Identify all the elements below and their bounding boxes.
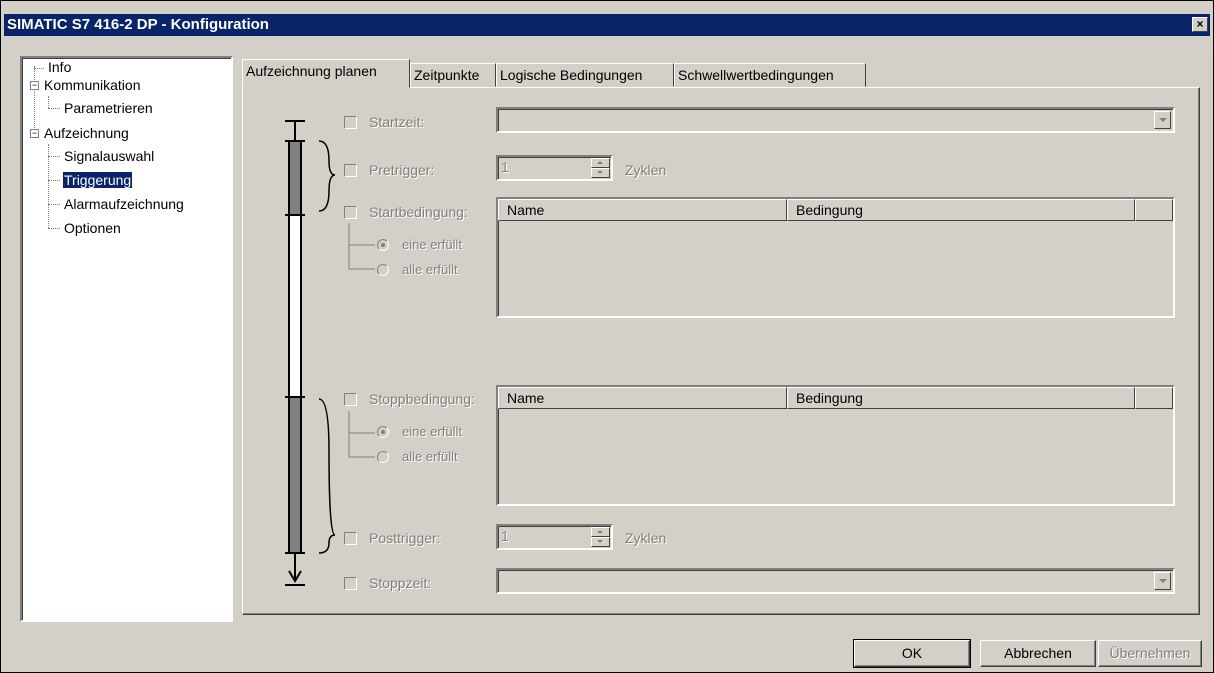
pretrigger-label: Pretrigger: (369, 162, 435, 178)
tree-line (48, 228, 60, 229)
stop-radio-eine-label: eine erfüllt (402, 424, 462, 439)
startzeit-label: Startzeit: (369, 114, 425, 130)
pretrigger-value: 1 (501, 159, 509, 175)
startbedingung-checkbox[interactable] (344, 206, 357, 219)
tab-label: Logische Bedingungen (500, 67, 643, 83)
tree-item-signalauswahl[interactable]: Signalauswahl (64, 147, 154, 165)
start-radio-eine-label: eine erfüllt (402, 237, 462, 252)
tab-zeitpunkte[interactable]: Zeitpunkte (410, 63, 496, 87)
stop-radio-eine[interactable] (377, 426, 389, 438)
stop-conditions-list[interactable]: Name Bedingung (496, 385, 1175, 506)
column-bedingung[interactable]: Bedingung (787, 387, 1135, 409)
tree-item-label: Optionen (64, 220, 121, 236)
arrow-down-icon[interactable] (591, 168, 610, 178)
start-radio-eine[interactable] (377, 239, 389, 251)
tree-item-label: Parametrieren (64, 100, 153, 116)
stoppzeit-checkbox[interactable] (344, 577, 357, 590)
posttrigger-stepper[interactable]: 1 (496, 524, 613, 550)
stop-radio-alle-label: alle erfüllt (402, 449, 458, 464)
tree-line (34, 68, 44, 69)
collapse-icon[interactable]: − (30, 129, 39, 138)
posttrigger-value: 1 (501, 528, 509, 544)
ok-button[interactable]: OK (853, 639, 971, 668)
radio-group-bracket (348, 223, 375, 270)
start-radio-alle[interactable] (377, 264, 389, 276)
tree-item-info[interactable]: Info (48, 58, 71, 76)
posttrigger-unit: Zyklen (625, 530, 667, 546)
title-bar[interactable]: SIMATIC S7 416-2 DP - Konfiguration × (4, 14, 1210, 36)
tree-line (48, 108, 60, 109)
tree-item-label: Signalauswahl (64, 148, 155, 164)
list-header: Name Bedingung (498, 199, 1173, 221)
posttrigger-label: Posttrigger: (369, 530, 441, 546)
tree-item-label: Alarmaufzeichnung (64, 196, 184, 212)
startzeit-dropdown[interactable] (496, 107, 1175, 133)
tree-item-label: Triggerung (63, 172, 133, 188)
startbedingung-label: Startbedingung: (369, 204, 468, 220)
start-conditions-list[interactable]: Name Bedingung (496, 197, 1175, 318)
arrow-up-icon[interactable] (591, 158, 610, 168)
window-title: SIMATIC S7 416-2 DP - Konfiguration (7, 16, 269, 33)
chevron-down-icon[interactable] (1154, 111, 1171, 129)
tab-label: Schwellwertbedingungen (678, 67, 834, 83)
tree-item-label: Info (48, 59, 72, 75)
pretrigger-stepper[interactable]: 1 (496, 155, 613, 181)
apply-button[interactable]: Übernehmen (1098, 640, 1202, 667)
tab-label: Aufzeichnung planen (246, 63, 377, 79)
tree-line (48, 204, 60, 205)
column-bedingung[interactable]: Bedingung (787, 199, 1135, 221)
close-icon[interactable]: × (1192, 17, 1208, 32)
configuration-dialog: SIMATIC S7 416-2 DP - Konfiguration × In… (0, 0, 1214, 673)
tree-line (48, 180, 60, 181)
column-spacer (1135, 387, 1173, 409)
arrow-up-icon[interactable] (591, 527, 610, 537)
tree-line (48, 96, 49, 108)
tree-item-label: Kommunikation (44, 77, 141, 93)
navigation-tree[interactable]: Info − Kommunikation Parametrieren − Auf… (20, 56, 233, 622)
radio-group-bracket (348, 411, 375, 458)
stoppbedingung-label: Stoppbedingung: (369, 391, 475, 407)
pretrigger-checkbox[interactable] (344, 164, 357, 177)
tree-item-triggerung[interactable]: Triggerung (63, 171, 133, 189)
tree-item-label: Aufzeichnung (44, 125, 129, 141)
column-spacer (1135, 199, 1173, 221)
spin-buttons (591, 527, 610, 547)
pretrigger-unit: Zyklen (625, 162, 667, 178)
chevron-down-icon[interactable] (1154, 572, 1171, 590)
tree-item-parametrieren[interactable]: Parametrieren (64, 99, 153, 117)
tree-item-optionen[interactable]: Optionen (64, 219, 121, 237)
spin-buttons (591, 158, 610, 178)
stop-radio-alle[interactable] (377, 451, 389, 463)
column-name[interactable]: Name (498, 387, 787, 409)
collapse-icon[interactable]: − (30, 81, 39, 90)
list-header: Name Bedingung (498, 387, 1173, 409)
startzeit-checkbox[interactable] (344, 116, 357, 129)
tab-logische-bedingungen[interactable]: Logische Bedingungen (496, 63, 674, 87)
tree-item-alarmaufzeichnung[interactable]: Alarmaufzeichnung (64, 195, 184, 213)
posttrigger-checkbox[interactable] (344, 532, 357, 545)
arrow-down-icon[interactable] (591, 537, 610, 547)
cancel-button[interactable]: Abbrechen (980, 640, 1096, 667)
column-name[interactable]: Name (498, 199, 787, 221)
stoppzeit-dropdown[interactable] (496, 568, 1175, 594)
tab-schwellwertbedingungen[interactable]: Schwellwertbedingungen (674, 63, 866, 87)
timeline-diagram (285, 120, 336, 586)
stoppbedingung-checkbox[interactable] (344, 393, 357, 406)
start-radio-alle-label: alle erfüllt (402, 262, 458, 277)
tab-label: Zeitpunkte (414, 67, 480, 83)
tab-aufzeichnung-planen[interactable]: Aufzeichnung planen (242, 59, 410, 88)
tree-item-kommunikation[interactable]: Kommunikation (44, 76, 141, 94)
tree-line (48, 156, 60, 157)
stoppzeit-label: Stoppzeit: (369, 575, 432, 591)
tree-item-aufzeichnung[interactable]: Aufzeichnung (44, 124, 129, 142)
